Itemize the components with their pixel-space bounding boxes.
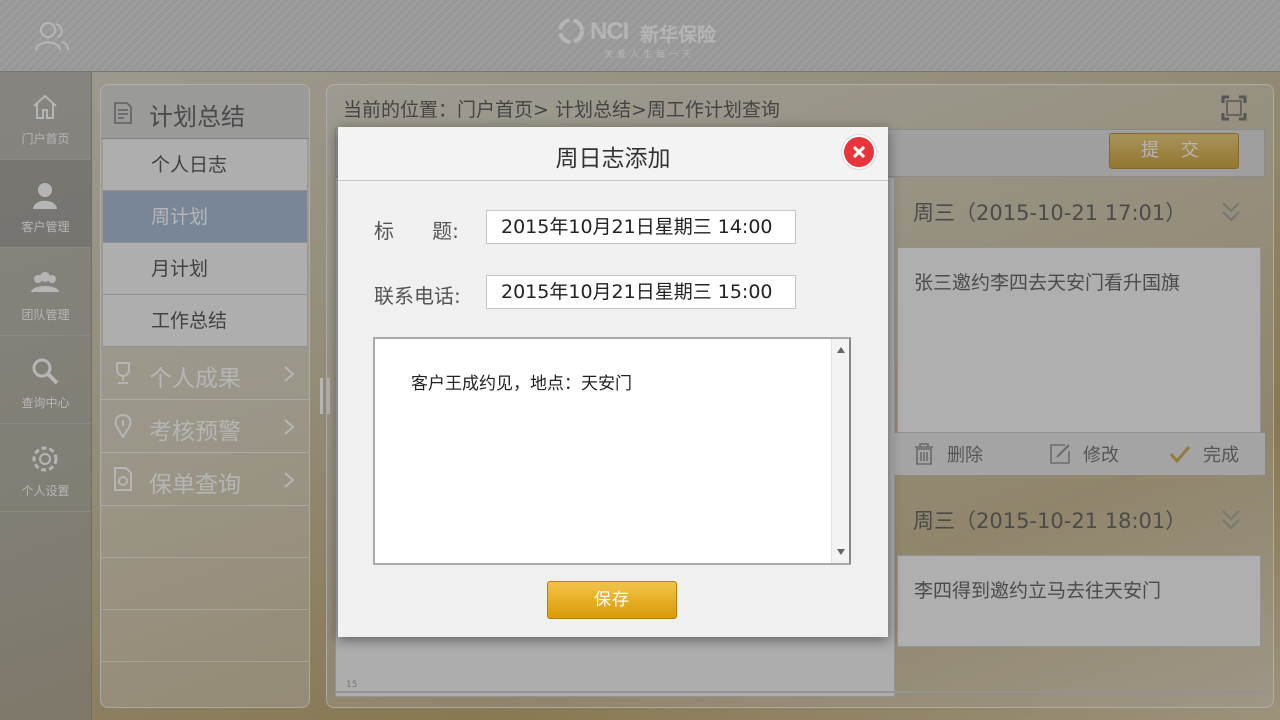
phone-input[interactable]: 2015年10月21日星期三 15:00 <box>486 275 796 309</box>
content-text: 客户王成约见，地点：天安门 <box>411 374 632 394</box>
textarea-scrollbar[interactable] <box>831 339 849 563</box>
title-label: 标 题: <box>374 219 459 243</box>
dialog-title: 周日志添加 <box>555 146 671 172</box>
close-icon <box>853 146 865 158</box>
phone-label: 联系电话: <box>374 284 461 308</box>
add-weekly-log-dialog: 周日志添加 标 题: 2015年10月21日星期三 14:00 联系电话: 20… <box>338 127 888 637</box>
save-button[interactable]: 保存 <box>547 581 677 619</box>
scroll-down-arrow-icon[interactable] <box>837 549 845 555</box>
content-textarea[interactable]: 客户王成约见，地点：天安门 <box>373 337 851 565</box>
close-button[interactable] <box>842 135 876 169</box>
dialog-header: 周日志添加 <box>338 127 888 181</box>
scroll-up-arrow-icon[interactable] <box>837 347 845 353</box>
title-input[interactable]: 2015年10月21日星期三 14:00 <box>486 210 796 244</box>
